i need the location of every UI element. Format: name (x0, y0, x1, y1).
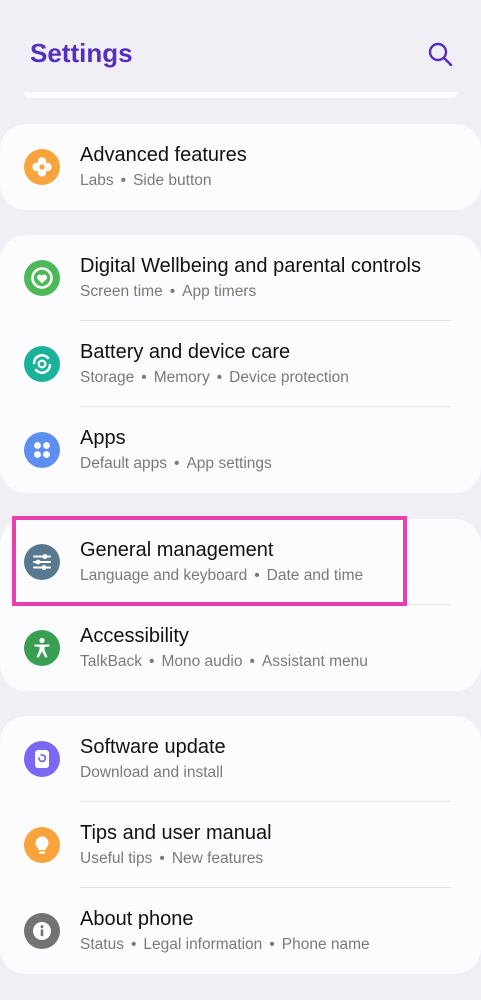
subtitle-part: App timers (182, 283, 257, 300)
settings-group-about: Software update Download and install Tip… (0, 716, 481, 974)
item-subtitle: Language and keyboard • Date and time (80, 567, 363, 585)
subtitle-part: Screen time (80, 283, 163, 300)
device-care-icon (24, 346, 60, 382)
settings-group-wellbeing: Digital Wellbeing and parental controls … (0, 235, 481, 493)
settings-item-software-update[interactable]: Software update Download and install (0, 716, 481, 802)
subtitle-part: Default apps (80, 455, 168, 472)
settings-item-general-management[interactable]: General management Language and keyboard… (0, 519, 481, 605)
subtitle-part: Storage (80, 369, 135, 386)
item-title: Software update (80, 736, 226, 758)
item-subtitle: Download and install (80, 764, 223, 782)
subtitle-part: Date and time (266, 567, 364, 584)
tips-icon (24, 827, 60, 863)
subtitle-part: Side button (133, 172, 212, 189)
subtitle-part: TalkBack (80, 653, 143, 670)
item-subtitle: TalkBack • Mono audio • Assistant menu (80, 653, 368, 671)
item-subtitle: Labs • Side button (80, 172, 212, 190)
separator-dot: • (159, 850, 165, 867)
advanced-features-icon (24, 149, 60, 185)
item-title: Accessibility (80, 625, 189, 647)
previous-card-edge (24, 92, 457, 98)
digital-wellbeing-icon (24, 260, 60, 296)
subtitle-part: Status (80, 936, 124, 953)
settings-item-about-phone[interactable]: About phone Status • Legal information • Pho… (0, 888, 481, 974)
settings-item-advanced-features[interactable]: Advanced features Labs • Side button (0, 124, 481, 210)
separator-dot: • (169, 283, 176, 300)
item-title: Digital Wellbeing and parental controls (80, 255, 421, 277)
separator-dot: • (141, 369, 147, 386)
item-title: Advanced features (80, 144, 247, 166)
subtitle-part: Download and install (80, 764, 224, 781)
subtitle-part: Phone name (281, 936, 370, 953)
subtitle-part: Memory (153, 369, 210, 386)
separator-dot: • (149, 653, 155, 670)
item-title: Battery and device care (80, 341, 291, 363)
settings-group-advanced: Advanced features Labs • Side button (0, 124, 481, 210)
general-management-icon (24, 544, 60, 580)
subtitle-part: Legal information (143, 936, 263, 953)
subtitle-part: Useful tips (80, 850, 153, 867)
separator-dot: • (249, 653, 255, 670)
item-subtitle: Useful tips • New features (80, 850, 263, 868)
item-title: General management (80, 539, 274, 561)
search-icon (428, 42, 453, 67)
separator-dot: • (174, 455, 180, 472)
apps-icon (24, 432, 60, 468)
page-title: Settings (30, 38, 133, 68)
subtitle-part: Labs (80, 172, 114, 189)
separator-dot: • (120, 172, 127, 189)
subtitle-part: Language and keyboard (80, 567, 248, 584)
settings-item-accessibility[interactable]: Accessibility TalkBack • Mono audio • Assist… (0, 605, 481, 691)
separator-dot: • (216, 369, 223, 386)
subtitle-part: Assistant menu (261, 653, 368, 670)
settings-item-tips-user-manual[interactable]: Tips and user manual Useful tips • New fea… (0, 802, 481, 888)
settings-item-apps[interactable]: Apps Default apps • App settings (0, 407, 481, 493)
settings-item-battery-device-care[interactable]: Battery and device care Storage • Memory • D… (0, 321, 481, 407)
item-subtitle: Status • Legal information • Phone name (80, 936, 370, 954)
subtitle-part: Mono audio (161, 653, 243, 670)
settings-group-general: General management Language and keyboard… (0, 519, 481, 691)
item-title: Tips and user manual (80, 822, 272, 844)
separator-dot: • (254, 567, 260, 584)
item-subtitle: Default apps • App settings (80, 455, 272, 473)
item-title: About phone (80, 908, 194, 930)
separator-dot: • (269, 936, 275, 953)
software-update-icon (24, 741, 60, 777)
info-icon (24, 913, 60, 949)
item-title: Apps (80, 427, 126, 449)
subtitle-part: Device protection (229, 369, 349, 386)
subtitle-part: App settings (186, 455, 272, 472)
settings-item-digital-wellbeing[interactable]: Digital Wellbeing and parental controls … (0, 235, 481, 321)
accessibility-icon (24, 630, 60, 666)
separator-dot: • (130, 936, 137, 953)
item-subtitle: Storage • Memory • Device protection (80, 369, 349, 387)
item-subtitle: Screen time • App timers (80, 283, 256, 301)
search-button[interactable] (426, 40, 454, 68)
subtitle-part: New features (171, 850, 264, 867)
